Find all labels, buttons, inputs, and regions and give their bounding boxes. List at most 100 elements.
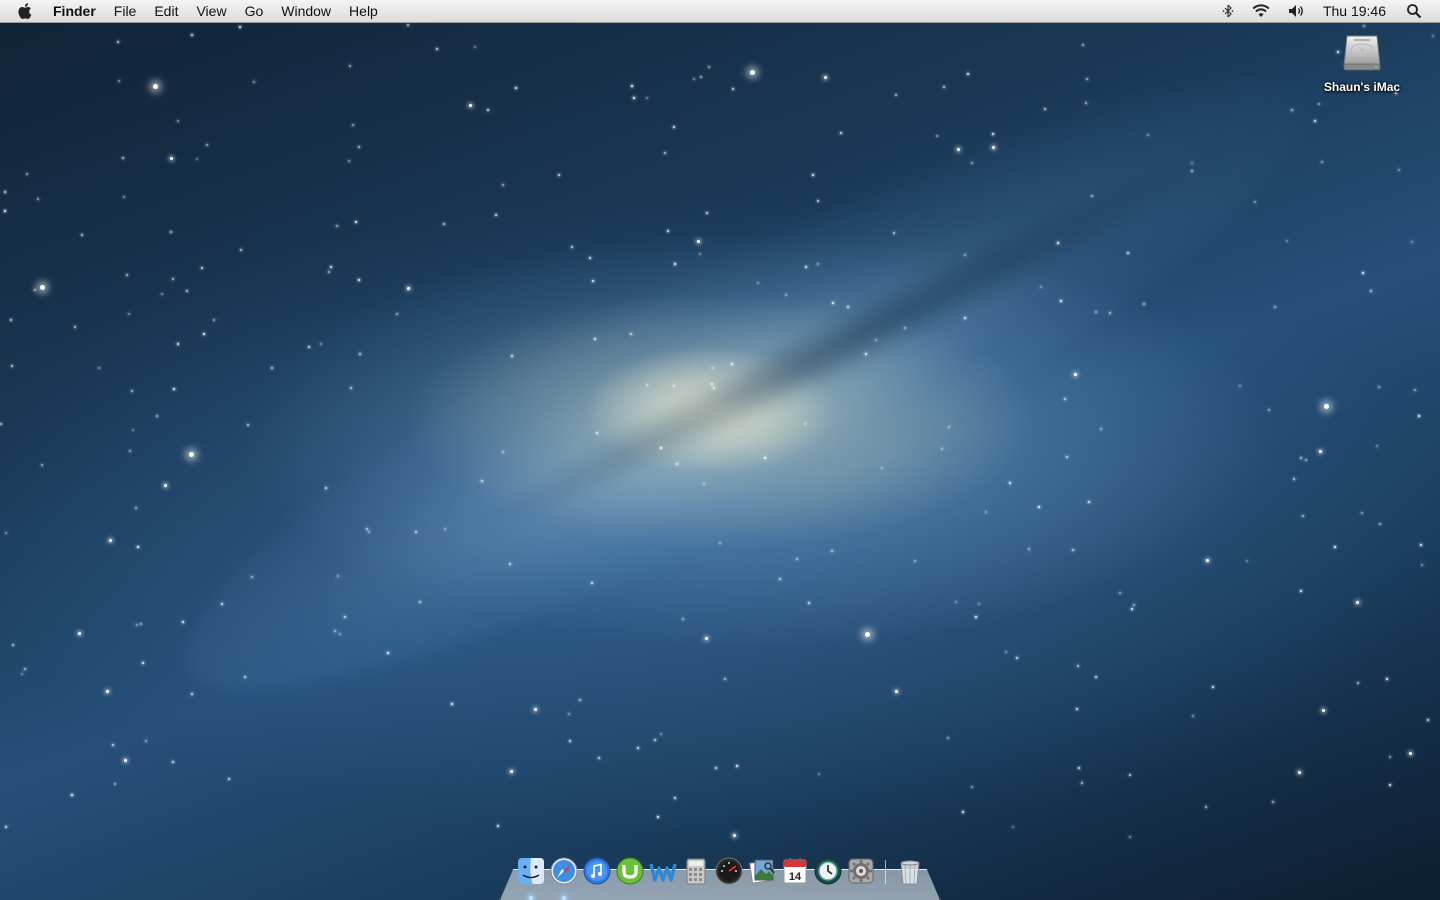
star xyxy=(1212,686,1214,688)
star xyxy=(1095,311,1097,313)
itunes-icon xyxy=(583,857,611,885)
menu-clock[interactable]: Thu 19:46 xyxy=(1313,0,1398,22)
dock-finder[interactable] xyxy=(516,856,546,886)
volume-icon[interactable] xyxy=(1279,0,1313,22)
wunderlist-icon xyxy=(649,863,677,882)
star xyxy=(37,198,39,200)
menu-app-finder[interactable]: Finder xyxy=(44,0,105,22)
star xyxy=(1085,102,1087,104)
star xyxy=(1274,306,1276,308)
star xyxy=(1363,25,1365,27)
menu-help[interactable]: Help xyxy=(340,0,387,22)
star xyxy=(132,429,134,431)
star xyxy=(170,157,173,160)
star xyxy=(1362,272,1364,274)
star xyxy=(191,693,193,695)
dock-trash[interactable] xyxy=(895,856,925,886)
star xyxy=(515,87,517,89)
star xyxy=(1064,398,1066,400)
bluetooth-icon[interactable] xyxy=(1213,0,1243,22)
desktop-icon-hard-drive[interactable]: Shaun's iMac xyxy=(1316,30,1408,94)
star xyxy=(674,797,676,799)
star xyxy=(673,385,675,387)
star xyxy=(122,157,124,159)
star xyxy=(654,739,656,741)
star xyxy=(1427,719,1429,721)
star xyxy=(240,249,242,251)
menu-window[interactable]: Window xyxy=(272,0,340,22)
star xyxy=(1357,682,1359,684)
star xyxy=(114,783,116,785)
star xyxy=(109,539,112,542)
utorrent-icon xyxy=(616,857,644,885)
star xyxy=(1246,560,1248,562)
star xyxy=(387,652,389,654)
star xyxy=(203,333,205,335)
dock-utorrent[interactable] xyxy=(615,856,645,886)
star xyxy=(914,560,916,562)
calculator-icon xyxy=(686,858,706,885)
star xyxy=(591,582,593,584)
hard-drive-icon xyxy=(1343,35,1381,71)
star xyxy=(271,367,273,369)
menu-file[interactable]: File xyxy=(105,0,146,22)
star xyxy=(24,668,26,670)
apple-icon[interactable] xyxy=(16,0,36,22)
menu-edit[interactable]: Edit xyxy=(145,0,187,22)
star xyxy=(502,184,504,186)
star xyxy=(481,480,483,482)
star xyxy=(674,263,676,265)
star xyxy=(630,333,632,335)
star xyxy=(1191,162,1193,164)
star xyxy=(1370,290,1372,292)
star xyxy=(832,302,834,304)
star xyxy=(1081,782,1083,784)
star xyxy=(764,457,766,459)
wifi-icon[interactable] xyxy=(1243,0,1279,22)
menu-view[interactable]: View xyxy=(187,0,235,22)
star xyxy=(325,487,327,489)
star xyxy=(41,464,43,466)
star xyxy=(1119,592,1121,594)
star xyxy=(337,575,339,577)
dock-dashboard[interactable] xyxy=(714,856,744,886)
desktop[interactable]: Finder File Edit View Go Window Help Thu… xyxy=(0,0,1440,900)
dock-preview[interactable] xyxy=(747,856,777,886)
spotlight-search-icon[interactable] xyxy=(1398,0,1430,22)
star xyxy=(1205,806,1207,808)
star xyxy=(881,467,883,469)
dock-itunes[interactable] xyxy=(582,856,612,886)
star xyxy=(1109,312,1111,314)
star xyxy=(156,415,158,417)
dock-calendar[interactable]: 14 xyxy=(780,856,810,886)
safari-icon xyxy=(550,857,578,885)
dock-calculator[interactable] xyxy=(681,856,711,886)
star xyxy=(637,747,639,749)
star xyxy=(336,225,338,227)
star xyxy=(34,289,36,291)
star xyxy=(808,602,810,604)
star xyxy=(904,327,906,329)
star xyxy=(112,744,114,746)
dock-system-preferences[interactable] xyxy=(846,856,876,886)
star xyxy=(1074,373,1077,376)
system-preferences-icon xyxy=(848,858,874,884)
star xyxy=(78,632,81,635)
star xyxy=(598,757,600,759)
dock-safari[interactable] xyxy=(549,856,579,886)
star xyxy=(1300,590,1302,592)
star xyxy=(1293,478,1295,480)
star xyxy=(948,426,950,428)
star xyxy=(1057,242,1059,244)
star xyxy=(407,287,410,290)
galaxy-wallpaper xyxy=(131,0,1359,781)
star xyxy=(344,616,346,618)
menu-go[interactable]: Go xyxy=(236,0,273,22)
dock: 14 xyxy=(500,852,940,900)
dock-time-machine[interactable] xyxy=(813,856,843,886)
star xyxy=(145,740,147,742)
star xyxy=(196,158,198,160)
time-machine-icon xyxy=(814,857,842,885)
star xyxy=(657,816,659,818)
dock-wunderlist[interactable] xyxy=(648,856,678,886)
